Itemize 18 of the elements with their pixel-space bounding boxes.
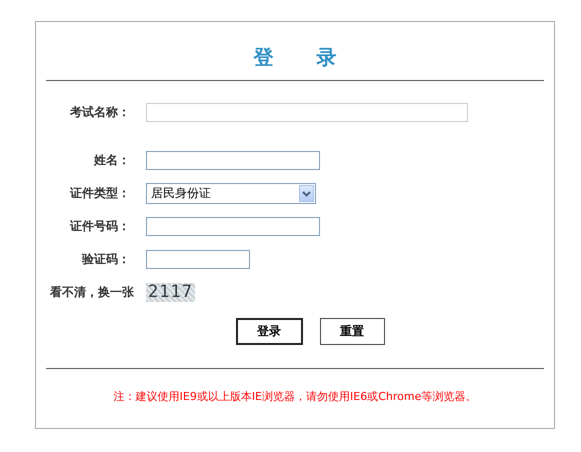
input-field[interactable] — [146, 250, 250, 269]
field-label: 证件号码： — [68, 218, 131, 235]
select-field[interactable]: 居民身份证 — [146, 183, 316, 204]
field-label: 证件类型： — [68, 185, 131, 202]
captcha-image: 2117 — [146, 283, 195, 302]
refresh-captcha-link[interactable]: 看不清，换一张 — [46, 284, 146, 301]
field-label: 考试名称： — [69, 104, 131, 121]
form-button[interactable]: 登录 — [236, 318, 302, 344]
input-field[interactable] — [146, 217, 320, 236]
field-label: 姓名： — [92, 152, 131, 169]
field-label: 验证码： — [80, 251, 131, 268]
input-field[interactable] — [146, 151, 320, 170]
login-title: 登 录 — [252, 44, 338, 71]
form-button[interactable]: 重置 — [320, 318, 384, 344]
browser-note: 注：建议使用IE9或以上版本IE浏览器，请勿使用IE6或Chrome等浏览器。 — [112, 389, 478, 404]
input-field[interactable] — [146, 103, 468, 122]
dropdown-button[interactable] — [299, 185, 314, 202]
chevron-down-icon — [302, 190, 311, 196]
